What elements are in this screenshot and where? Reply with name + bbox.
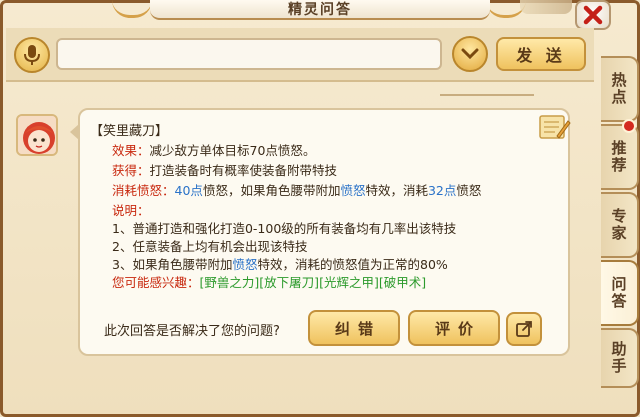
colon: ： [137, 203, 150, 218]
avatar [16, 114, 58, 156]
notebook-pencil-icon[interactable] [537, 112, 571, 142]
divider [440, 94, 534, 96]
tab-assistant[interactable]: 助手 [601, 328, 639, 388]
feedback-question: 此次回答是否解决了您的问题? [104, 324, 280, 339]
desc-3-highlight: 愤怒 [232, 257, 258, 272]
obtain-line: 获得：打造装备时有概率使装备附带特技 [112, 160, 337, 179]
cost-label: 消耗愤怒 [112, 183, 163, 198]
close-x-icon [583, 5, 603, 25]
desc-item-2: 2、任意装备上均有机会出现该特技 [112, 239, 308, 254]
chevron-down-icon [461, 48, 479, 60]
tab-expert[interactable]: 专家 [601, 192, 639, 258]
obtain-label: 获得 [112, 163, 138, 178]
colon: ： [137, 143, 150, 158]
send-button[interactable]: 发 送 [496, 37, 586, 71]
tab-recommend[interactable]: 推荐 [601, 124, 639, 190]
effect-text: 减少敌方单体目标70点愤怒。 [149, 143, 316, 158]
share-button[interactable] [506, 312, 542, 346]
close-button[interactable] [575, 0, 611, 30]
interest-link[interactable]: [放下屠刀] [259, 275, 319, 290]
title-banner: 精灵问答 [150, 0, 490, 20]
entry-name: 【笑里藏刀】 [90, 124, 169, 139]
microphone-icon [24, 45, 40, 65]
desc-label: 说明 [112, 203, 138, 218]
history-dropdown-button[interactable] [452, 36, 488, 72]
sprite-avatar-icon [18, 116, 56, 154]
correct-button[interactable]: 纠错 [308, 310, 400, 346]
cost-text-c: 愤怒 [456, 183, 482, 198]
voice-input-button[interactable] [14, 37, 50, 73]
interest-link[interactable]: [光辉之甲] [319, 275, 379, 290]
interest-label: 您可能感兴趣 [112, 275, 188, 290]
window-title: 精灵问答 [288, 2, 352, 18]
effect-line: 效果：减少敌方单体目标70点愤怒。 [112, 140, 315, 159]
desc-line: 说明： [112, 200, 150, 219]
cost-line: 消耗愤怒：40点愤怒，如果角色腰带附加愤怒特效，消耗32点愤怒 [112, 180, 481, 199]
share-icon [516, 321, 532, 337]
notification-badge [622, 119, 636, 133]
cost-text-b: 特效，消耗 [365, 183, 428, 198]
desc-item-3: 3、如果角色腰带附加愤怒特效，消耗的愤怒值为正常的80% [112, 254, 448, 273]
rate-button[interactable]: 评价 [408, 310, 500, 346]
interest-line: 您可能感兴趣：[野兽之力][放下屠刀][光辉之甲][破甲术] [112, 272, 426, 291]
interest-link[interactable]: [野兽之力] [200, 275, 260, 290]
tab-hot[interactable]: 热点 [601, 56, 639, 122]
colon: ： [187, 275, 200, 290]
input-bar: 发 送 [6, 28, 594, 82]
colon: ： [162, 183, 175, 198]
desc-item-1: 1、普通打造和强化打造0-100级的所有装备均有几率出该特技 [112, 221, 457, 236]
cost-amount: 40点 [174, 183, 203, 198]
obtain-text: 打造装备时有概率使装备附带特技 [149, 163, 338, 178]
tab-qa[interactable]: 问答 [601, 260, 639, 326]
cost-text-a: 愤怒，如果角色腰带附加 [202, 183, 341, 198]
cost-highlight: 愤怒 [340, 183, 366, 198]
effect-label: 效果 [112, 143, 138, 158]
desc-3-text-b: 特效，消耗的愤怒值为正常的80% [257, 257, 448, 272]
colon: ： [137, 163, 150, 178]
question-input[interactable] [56, 38, 442, 70]
desc-3-text-a: 3、如果角色腰带附加 [112, 257, 233, 272]
cost-amount-2: 32点 [427, 183, 457, 198]
interest-link[interactable]: [破甲术] [379, 275, 426, 290]
header-ornament [520, 0, 572, 14]
